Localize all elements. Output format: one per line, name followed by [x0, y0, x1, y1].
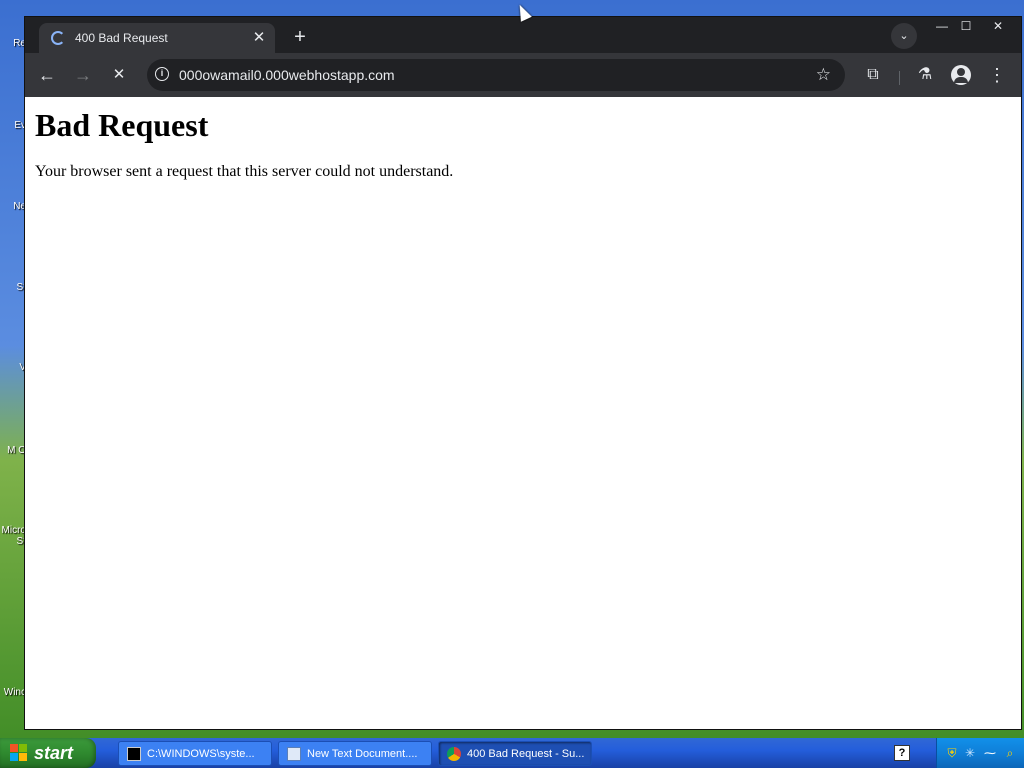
help-icon[interactable]: ?	[894, 745, 910, 761]
page-heading: Bad Request	[35, 107, 209, 143]
desktop-icon-label[interactable]: V	[0, 362, 26, 373]
desktop-icon-label[interactable]: M O	[0, 445, 26, 456]
url-text[interactable]: 000owamail0.000webhostapp.com	[179, 59, 395, 91]
back-button[interactable]: ←	[33, 61, 61, 89]
shield-icon[interactable]: ⛨	[945, 746, 959, 760]
notepad-icon	[287, 746, 301, 761]
system-tray: ⛨ ✳ ⁓ ⌕	[936, 738, 1024, 768]
desktop-icon-label[interactable]: Micro St	[0, 525, 26, 547]
desktop-icon-label[interactable]: Re	[0, 38, 26, 49]
tab-active[interactable]: 400 Bad Request ✕	[39, 23, 275, 53]
address-bar[interactable]: i 000owamail0.000webhostapp.com ☆	[147, 59, 845, 91]
windows-flag-icon	[10, 744, 28, 762]
browser-toolbar: ← → ✕ i 000owamail0.000webhostapp.com ☆ …	[25, 53, 1021, 97]
forward-button[interactable]: →	[69, 61, 97, 89]
taskbar-item-label: C:\WINDOWS\syste...	[147, 747, 255, 760]
desktop-icon-label[interactable]: Ne	[0, 201, 26, 212]
desktop-icon-label[interactable]: Winc	[0, 687, 26, 698]
tab-close-icon[interactable]: ✕	[251, 30, 267, 46]
tab-search-button[interactable]: ⌄	[891, 23, 917, 49]
volume-icon[interactable]: ⁓	[983, 746, 997, 760]
taskbar-item-cmd[interactable]: C:\WINDOWS\syste...	[118, 741, 272, 766]
site-info-icon[interactable]: i	[155, 67, 169, 81]
error-message: Your browser sent a request that this se…	[35, 163, 454, 180]
maximize-button[interactable]: ☐	[953, 17, 979, 35]
start-button[interactable]: start	[0, 738, 96, 768]
network-icon[interactable]: ✳	[963, 746, 977, 760]
close-window-button[interactable]: ✕	[985, 17, 1011, 35]
taskbar: start C:\WINDOWS\syste... New Text Docum…	[0, 738, 1024, 768]
desktop-icon-strip: Re Ev Ne St V M O Micro St Winc	[0, 0, 26, 735]
taskbar-item-browser[interactable]: 400 Bad Request - Su...	[438, 741, 592, 766]
desktop-icon-label[interactable]: St	[0, 282, 26, 293]
taskbar-item-notepad[interactable]: New Text Document....	[278, 741, 432, 766]
taskbar-item-label: 400 Bad Request - Su...	[467, 747, 585, 760]
loading-spinner-icon	[51, 31, 65, 45]
start-label: start	[34, 742, 74, 763]
chrome-icon	[447, 746, 461, 761]
taskbar-item-label: New Text Document....	[307, 747, 418, 760]
browser-window: 400 Bad Request ✕ + ⌄ — ☐ ✕ ← → ✕ i 000o…	[24, 16, 1022, 730]
minimize-button[interactable]: —	[929, 17, 955, 35]
profile-avatar-icon[interactable]	[951, 65, 971, 85]
bookmark-star-icon[interactable]: ☆	[816, 59, 831, 91]
page-content: Bad Request Your browser sent a request …	[25, 97, 1021, 729]
new-tab-button[interactable]: +	[289, 26, 311, 48]
browser-menu-icon[interactable]: ⋮	[983, 61, 1011, 89]
labs-flask-icon[interactable]: ⚗	[911, 61, 939, 89]
desktop-icon-label[interactable]: Ev	[0, 120, 26, 131]
search-icon[interactable]: ⌕	[1003, 746, 1017, 760]
stop-loading-button[interactable]: ✕	[105, 61, 133, 89]
toolbar-separator	[899, 71, 900, 85]
title-bar: 400 Bad Request ✕ + ⌄ — ☐ ✕	[25, 17, 1021, 53]
extensions-icon[interactable]: ⧉	[859, 61, 887, 89]
tab-title: 400 Bad Request	[75, 31, 168, 45]
cmd-icon	[127, 746, 141, 761]
